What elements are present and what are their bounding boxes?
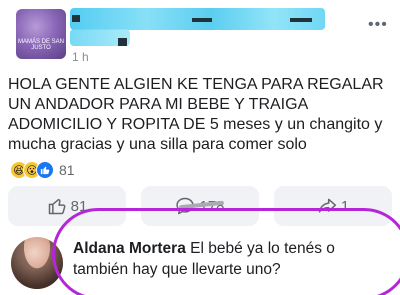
- group-avatar-label: MAMÁS DE SAN JUSTO: [17, 39, 64, 51]
- post-time[interactable]: 1 h: [72, 50, 89, 64]
- group-avatar[interactable]: MAMÁS DE SAN JUSTO: [16, 9, 66, 59]
- thumbs-up-icon: [48, 198, 66, 215]
- share-count: 1: [340, 197, 350, 215]
- share-icon: [318, 198, 336, 213]
- reactions-summary[interactable]: 😆 😮 81: [10, 160, 75, 180]
- comment-bubble: Aldana Mortera El bebé ya lo tenés o tam…: [67, 234, 387, 290]
- like-button[interactable]: 81: [8, 186, 126, 226]
- like-count: 81: [70, 197, 88, 215]
- comment: Aldana Mortera El bebé ya lo tenés o tam…: [0, 230, 400, 295]
- ellipsis-icon[interactable]: •••: [368, 16, 388, 34]
- comment-body: Aldana Mortera El bebé ya lo tenés o tam…: [67, 234, 387, 280]
- share-button[interactable]: 1: [274, 186, 392, 226]
- like-icon: [36, 161, 54, 179]
- reactions-count: 81: [59, 162, 75, 178]
- post-header: MAMÁS DE SAN JUSTO 1 h •••: [0, 0, 400, 68]
- post-actions: 81 178 1: [8, 186, 392, 226]
- comment-button[interactable]: 178: [141, 186, 259, 226]
- commenter-avatar[interactable]: [11, 237, 63, 289]
- post-text: HOLA GENTE ALGIEN KE TENGA PARA REGALAR …: [8, 76, 384, 153]
- commenter-name[interactable]: Aldana Mortera: [73, 240, 186, 257]
